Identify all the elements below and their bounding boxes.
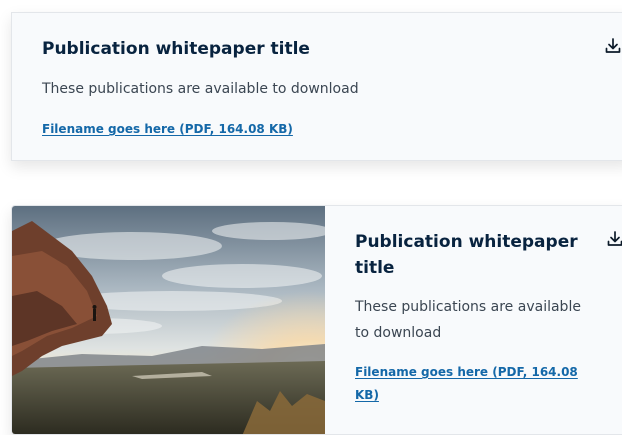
download-icon[interactable]	[604, 37, 622, 55]
download-icon[interactable]	[606, 230, 622, 248]
publication-description: These publications are available to down…	[42, 81, 359, 97]
publication-card-text: Publication whitepaper title These publi…	[11, 12, 622, 161]
file-download-link[interactable]: Filename goes here (PDF, 164.08 KB)	[355, 361, 585, 407]
publication-card-image: Publication whitepaper title These publi…	[11, 205, 622, 435]
publication-description: These publications are available to down…	[355, 299, 581, 341]
publication-title: Publication whitepaper title	[42, 39, 310, 59]
file-download-link[interactable]: Filename goes here (PDF, 164.08 KB)	[42, 118, 293, 141]
publication-title: Publication whitepaper title	[355, 232, 578, 278]
landscape-photo	[12, 206, 325, 434]
